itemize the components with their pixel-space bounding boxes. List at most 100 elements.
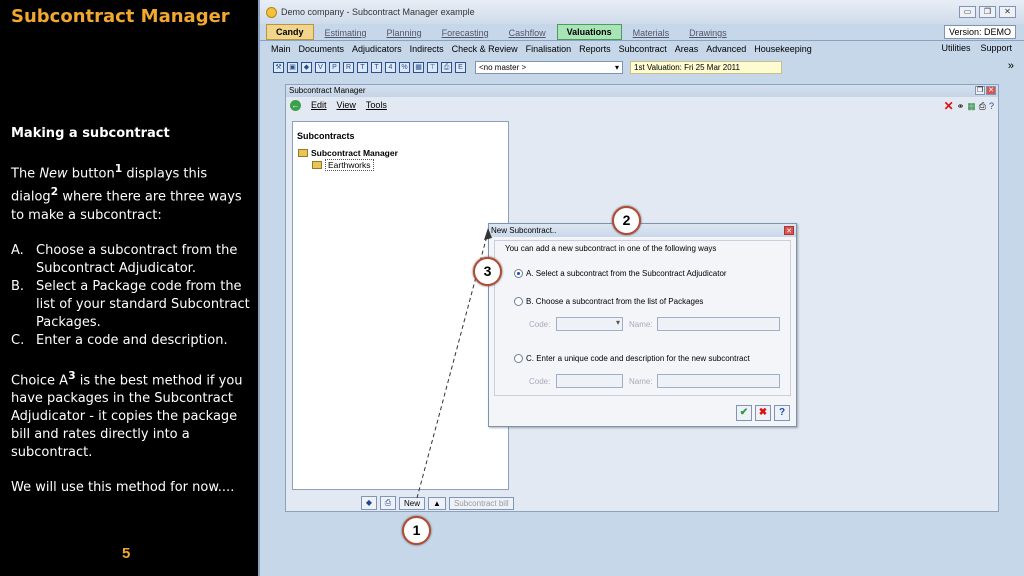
minimize-icon[interactable]: ▭ xyxy=(959,6,976,18)
module-tabs: Candy Estimating Planning Forecasting Ca… xyxy=(260,24,1024,41)
name-c-field[interactable] xyxy=(657,374,780,388)
menu-utilities[interactable]: Utilities xyxy=(941,43,970,53)
slide-panel: Subcontract Manager Making a subcontract… xyxy=(0,0,258,576)
v-icon[interactable]: V xyxy=(315,61,326,73)
percent-icon[interactable]: % xyxy=(399,61,410,73)
r-icon[interactable]: R xyxy=(343,61,354,73)
menu-reports[interactable]: Reports xyxy=(579,44,611,54)
menu-support[interactable]: Support xyxy=(980,43,1012,53)
font-icon[interactable]: T xyxy=(371,61,382,73)
tab-valuations[interactable]: Valuations xyxy=(556,24,622,40)
tab-candy[interactable]: Candy xyxy=(266,24,314,40)
option-a[interactable]: A. Select a subcontract from the Subcont… xyxy=(514,269,727,278)
menu-bar-right: Utilities Support xyxy=(941,43,1012,53)
option-c[interactable]: C. Enter a unique code and description f… xyxy=(514,354,750,363)
slide-list-item: C. Enter a code and description. xyxy=(11,332,251,350)
e-icon[interactable]: E xyxy=(455,61,466,73)
chevron-right-icon[interactable]: » xyxy=(1008,60,1014,72)
option-a-label: A. Select a subcontract from the Subcont… xyxy=(526,269,727,278)
print-icon[interactable]: ⎙ xyxy=(380,496,396,510)
name-b-label: Name: xyxy=(629,320,653,329)
back-arrow-icon[interactable]: ← xyxy=(290,99,301,111)
menu-housekeeping[interactable]: Housekeeping xyxy=(754,44,812,54)
inner-window-controls: ❐ ✕ xyxy=(975,86,996,95)
radio-option-c[interactable] xyxy=(514,354,523,363)
folder-icon xyxy=(312,161,322,169)
para1-new-word: New xyxy=(39,166,68,182)
dialog-body: You can add a new subcontract in one of … xyxy=(494,240,791,396)
t-icon[interactable]: T xyxy=(357,61,368,73)
name-c-label: Name: xyxy=(629,377,653,386)
tools-icon[interactable]: ⚒ xyxy=(273,61,284,73)
calculator-icon[interactable]: ▦ xyxy=(413,61,424,73)
new-subcontract-dialog: New Subcontract.. ✕ You can add a new su… xyxy=(488,223,797,427)
chevron-up-icon[interactable]: ▲ xyxy=(428,496,446,510)
menu-bar: Main Documents Adjudicators Indirects Ch… xyxy=(260,41,1024,57)
binoculars-icon[interactable]: ⚭ xyxy=(957,101,965,112)
tab-cashflow[interactable]: Cashflow xyxy=(500,26,555,40)
tab-forecasting[interactable]: Forecasting xyxy=(433,26,498,40)
option-c-label: C. Enter a unique code and description f… xyxy=(526,354,750,363)
help-icon[interactable]: ? xyxy=(989,101,994,111)
print-icon[interactable]: ⎙ xyxy=(441,61,452,73)
menu-main[interactable]: Main xyxy=(271,44,291,54)
menu-check-review[interactable]: Check & Review xyxy=(452,44,518,54)
tab-drawings[interactable]: Drawings xyxy=(680,26,736,40)
radio-option-a[interactable] xyxy=(514,269,523,278)
dialog-buttons: ✔ ✖ ? xyxy=(736,405,790,421)
menu-documents[interactable]: Documents xyxy=(299,44,345,54)
close-icon[interactable]: ✕ xyxy=(784,226,794,235)
tab-materials[interactable]: Materials xyxy=(624,26,679,40)
menu-areas[interactable]: Areas xyxy=(675,44,699,54)
excel-icon[interactable]: ▦ xyxy=(967,101,976,112)
tree-item-earthworks[interactable]: Earthworks xyxy=(312,159,374,171)
tab-planning[interactable]: Planning xyxy=(378,26,431,40)
subcontract-bill-button[interactable]: Subcontract bill xyxy=(448,496,514,510)
slide-para-3: We will use this method for now.... xyxy=(11,479,235,495)
cancel-button[interactable]: ✖ xyxy=(755,405,771,421)
code-c-field[interactable] xyxy=(556,374,623,388)
delete-icon[interactable]: ✕ xyxy=(944,99,954,113)
help-button[interactable]: ? xyxy=(774,405,790,421)
close-icon[interactable]: ✕ xyxy=(999,6,1016,18)
list-mark: C. xyxy=(11,332,25,348)
window-controls: ▭ ❐ ✕ xyxy=(959,6,1016,18)
page-number: 5 xyxy=(122,545,131,562)
option-b-label: B. Choose a subcontract from the list of… xyxy=(526,297,704,306)
tab-estimating[interactable]: Estimating xyxy=(316,26,376,40)
menu-edit[interactable]: Edit xyxy=(311,100,327,110)
radio-option-b[interactable] xyxy=(514,297,523,306)
book-icon[interactable]: ◆ xyxy=(361,496,377,510)
code-b-label: Code: xyxy=(529,320,551,329)
book-icon[interactable]: ◆ xyxy=(301,61,312,73)
inner-title-text: Subcontract Manager xyxy=(289,86,366,95)
slide-list: A. Choose a subcontract from the Subcontr… xyxy=(11,242,251,350)
close-icon[interactable]: ✕ xyxy=(986,86,996,95)
number-icon[interactable]: 4 xyxy=(385,61,396,73)
restore-icon[interactable]: ❐ xyxy=(979,6,996,18)
para2-sup: 3 xyxy=(68,368,76,382)
master-select[interactable]: <no master > xyxy=(475,60,623,74)
pin-icon[interactable]: ⊤ xyxy=(427,61,438,73)
option-b[interactable]: B. Choose a subcontract from the list of… xyxy=(514,297,703,306)
p-icon[interactable]: P xyxy=(329,61,340,73)
slide-para-1: The New button1 displays this dialog2 wh… xyxy=(11,160,251,225)
name-b-field[interactable] xyxy=(657,317,780,331)
menu-finalisation[interactable]: Finalisation xyxy=(526,44,572,54)
ok-button[interactable]: ✔ xyxy=(736,405,752,421)
menu-tools[interactable]: Tools xyxy=(366,100,387,110)
menu-subcontract[interactable]: Subcontract xyxy=(619,44,667,54)
new-button[interactable]: New xyxy=(399,496,426,510)
menu-indirects[interactable]: Indirects xyxy=(410,44,444,54)
menu-adjudicators[interactable]: Adjudicators xyxy=(352,44,402,54)
restore-icon[interactable]: ❐ xyxy=(975,86,985,95)
callout-3: 3 xyxy=(473,257,502,286)
tree-root[interactable]: Subcontract Manager xyxy=(298,148,398,158)
camera-icon[interactable]: ▣ xyxy=(287,61,298,73)
menu-advanced[interactable]: Advanced xyxy=(706,44,746,54)
code-b-select[interactable] xyxy=(556,317,623,331)
slide-list-item: A. Choose a subcontract from the Subcontr… xyxy=(11,242,251,278)
print-icon[interactable]: ⎙ xyxy=(979,101,986,112)
valuation-field[interactable]: 1st Valuation: Fri 25 Mar 2011 xyxy=(630,60,782,74)
menu-view[interactable]: View xyxy=(337,100,356,110)
